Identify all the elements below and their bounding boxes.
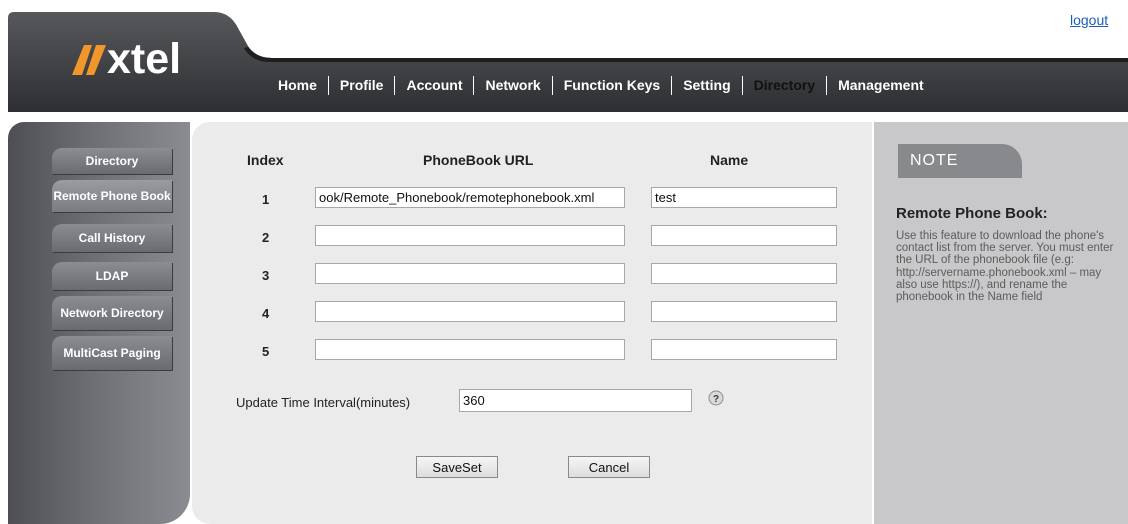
phonebook-name-input-5[interactable] [651, 339, 837, 360]
name-column-header: Name [710, 152, 749, 168]
nav-divider [394, 75, 396, 95]
phonebook-name-input-4[interactable] [651, 301, 837, 322]
update-interval-label: Update Time Interval(minutes) [236, 395, 411, 410]
note-title: Remote Phone Book: [896, 205, 1048, 222]
nav-divider [671, 75, 673, 95]
help-icon[interactable]: ? [708, 390, 724, 406]
row-index: 4 [262, 306, 270, 321]
nav-setting[interactable]: Setting [675, 77, 738, 93]
nav-management[interactable]: Management [830, 77, 932, 93]
sidebar-item-call-history[interactable]: Call History [52, 224, 172, 252]
nav-account[interactable]: Account [398, 77, 470, 93]
sidebar-item-network-directory[interactable]: Network Directory [52, 296, 172, 330]
phonebook-url-input-5[interactable] [315, 339, 625, 360]
nav-directory[interactable]: Directory [746, 77, 823, 93]
note-panel [874, 122, 1128, 524]
nav-divider [741, 75, 743, 95]
phonebook-name-input-2[interactable] [651, 225, 837, 246]
update-interval-input[interactable] [459, 389, 692, 412]
phonebook-url-input-2[interactable] [315, 225, 625, 246]
row-index: 2 [262, 230, 270, 245]
phonebook-name-input-1[interactable] [651, 187, 837, 208]
index-column-header: Index [247, 152, 284, 168]
phonebook-url-input-4[interactable] [315, 301, 625, 322]
nav-home[interactable]: Home [270, 77, 325, 93]
saveset-button[interactable]: SaveSet [416, 456, 498, 478]
nav-divider [473, 75, 475, 95]
sidebar-item-ldap[interactable]: LDAP [52, 262, 172, 290]
sidebar-item-directory[interactable]: Directory [52, 148, 172, 174]
sidebar-item-multicast-paging[interactable]: MultiCast Paging [52, 336, 172, 370]
nav-divider [327, 75, 329, 95]
row-index: 1 [262, 192, 270, 207]
row-index: 3 [262, 268, 270, 283]
url-column-header: PhoneBook URL [423, 152, 534, 168]
svg-text:?: ? [713, 394, 719, 405]
brand-x-mark [72, 40, 106, 75]
main-nav: Home Profile Account Network Function Ke… [270, 73, 932, 97]
brand-logo: xtel [72, 38, 181, 81]
phonebook-name-input-3[interactable] [651, 263, 837, 284]
note-tab: NOTE [898, 144, 1022, 178]
cancel-button[interactable]: Cancel [568, 456, 650, 478]
nav-function-keys[interactable]: Function Keys [556, 77, 668, 93]
phonebook-url-input-3[interactable] [315, 263, 625, 284]
brand-text: xtel [107, 35, 182, 83]
phonebook-url-input-1[interactable] [315, 187, 625, 208]
nav-profile[interactable]: Profile [332, 77, 392, 93]
row-index: 5 [262, 344, 270, 359]
main-panel [192, 122, 872, 524]
nav-network[interactable]: Network [477, 77, 548, 93]
nav-divider [826, 75, 828, 95]
sidebar-item-remote-phone-book[interactable]: Remote Phone Book [52, 180, 172, 212]
note-body: Use this feature to download the phone's… [896, 230, 1114, 304]
nav-divider [551, 75, 553, 95]
